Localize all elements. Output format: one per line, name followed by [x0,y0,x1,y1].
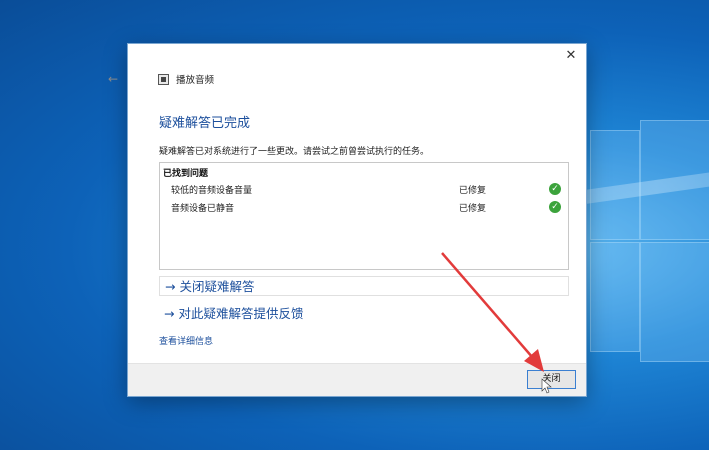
red-arrow-annotation [441,252,552,394]
mouse-cursor-icon [541,378,552,394]
arrow-shaft [441,252,534,359]
